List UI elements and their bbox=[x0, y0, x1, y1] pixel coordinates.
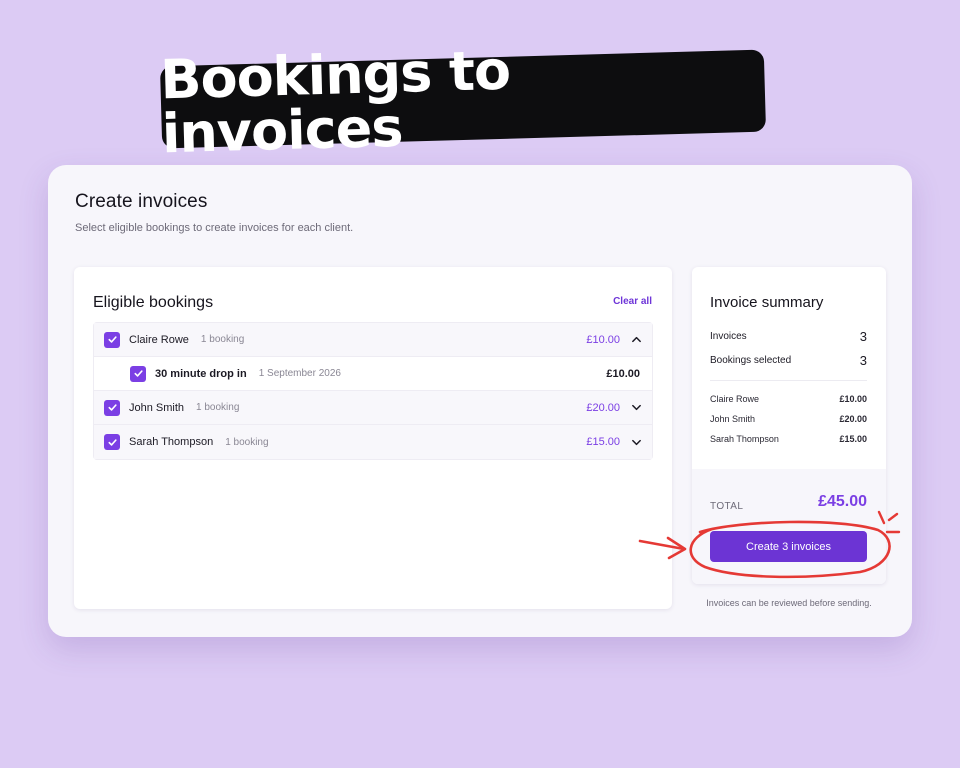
booking-group-sarah-thompson[interactable]: Sarah Thompson 1 booking £15.00 bbox=[94, 425, 652, 459]
footnote: Invoices can be reviewed before sending. bbox=[706, 598, 872, 608]
invoice-summary-title: Invoice summary bbox=[710, 294, 824, 311]
summary-footer: TOTAL £45.00 Create 3 invoices bbox=[692, 469, 886, 584]
page-title: Create invoices bbox=[75, 191, 208, 212]
eligible-bookings-title: Eligible bookings bbox=[93, 294, 214, 311]
summary-line-amount: £20.00 bbox=[839, 414, 867, 424]
page-subtitle: Select eligible bookings to create invoi… bbox=[75, 222, 354, 234]
check-icon bbox=[133, 370, 143, 377]
bookings-selected-row: Bookings selected 3 bbox=[710, 353, 867, 368]
booking-date: 1 September 2026 bbox=[258, 368, 341, 379]
eligible-bookings-panel: Eligible bookings Clear all Claire Rowe … bbox=[74, 267, 672, 609]
summary-line: Claire Rowe £10.00 bbox=[710, 394, 867, 404]
booking-item-30-minute-drop-in[interactable]: 30 minute drop in 1 September 2026 £10.0… bbox=[94, 357, 652, 391]
check-icon bbox=[107, 438, 117, 446]
client-name: Sarah Thompson bbox=[129, 436, 214, 448]
clear-all-link[interactable]: Clear all bbox=[613, 296, 652, 307]
summary-divider bbox=[710, 380, 867, 381]
create-invoices-button[interactable]: Create 3 invoices bbox=[710, 531, 867, 562]
chevron-down-icon bbox=[631, 404, 641, 411]
chevron-up-icon bbox=[631, 336, 641, 343]
client-amount: £15.00 bbox=[586, 436, 620, 448]
chevron-down-icon bbox=[631, 439, 641, 445]
check-icon bbox=[107, 336, 117, 343]
headline-banner: Bookings to invoices bbox=[159, 39, 767, 165]
checkbox-30-minute-drop-in[interactable] bbox=[130, 365, 146, 382]
booking-group-john-smith[interactable]: John Smith 1 booking £20.00 bbox=[94, 391, 652, 425]
invoices-count-row: Invoices 3 bbox=[710, 329, 867, 344]
booking-count: 1 booking bbox=[200, 334, 245, 345]
booking-count: 1 booking bbox=[196, 402, 240, 413]
checkbox-john-smith[interactable] bbox=[104, 399, 120, 416]
summary-line-amount: £15.00 bbox=[839, 434, 867, 444]
total-value: £45.00 bbox=[818, 493, 867, 510]
expand-toggle-sarah-thompson[interactable] bbox=[630, 436, 642, 448]
collapse-toggle-claire-rowe[interactable] bbox=[630, 334, 642, 346]
total-label: TOTAL bbox=[710, 501, 744, 512]
invoice-summary-panel: Invoice summary Invoices 3 Bookings sele… bbox=[692, 267, 886, 584]
invoices-label: Invoices bbox=[710, 331, 747, 342]
summary-line-name: Sarah Thompson bbox=[710, 434, 779, 444]
booking-amount: £10.00 bbox=[606, 367, 640, 380]
summary-line-amount: £10.00 bbox=[839, 394, 867, 404]
headline: Bookings to invoices bbox=[159, 38, 511, 166]
client-name: Claire Rowe bbox=[129, 333, 189, 346]
booking-list: Claire Rowe 1 booking £10.00 30 minute d… bbox=[93, 322, 653, 460]
client-amount: £20.00 bbox=[586, 401, 620, 414]
bookings-selected-count: 3 bbox=[859, 353, 867, 368]
summary-line: John Smith £20.00 bbox=[710, 414, 867, 424]
checkbox-claire-rowe[interactable] bbox=[104, 331, 120, 348]
summary-line-name: Claire Rowe bbox=[710, 394, 760, 404]
client-amount: £10.00 bbox=[586, 333, 620, 346]
checkbox-sarah-thompson[interactable] bbox=[104, 434, 120, 450]
expand-toggle-john-smith[interactable] bbox=[630, 402, 642, 414]
create-invoices-card: Create invoices Select eligible bookings… bbox=[48, 165, 912, 637]
booking-group-claire-rowe[interactable]: Claire Rowe 1 booking £10.00 bbox=[94, 323, 652, 357]
client-name: John Smith bbox=[129, 401, 185, 414]
booking-count: 1 booking bbox=[225, 436, 269, 448]
bookings-selected-label: Bookings selected bbox=[710, 355, 792, 366]
check-icon bbox=[107, 404, 117, 411]
invoices-count: 3 bbox=[859, 329, 867, 344]
summary-line: Sarah Thompson £15.00 bbox=[710, 434, 867, 444]
summary-line-name: John Smith bbox=[710, 414, 756, 424]
booking-name: 30 minute drop in bbox=[155, 367, 247, 380]
